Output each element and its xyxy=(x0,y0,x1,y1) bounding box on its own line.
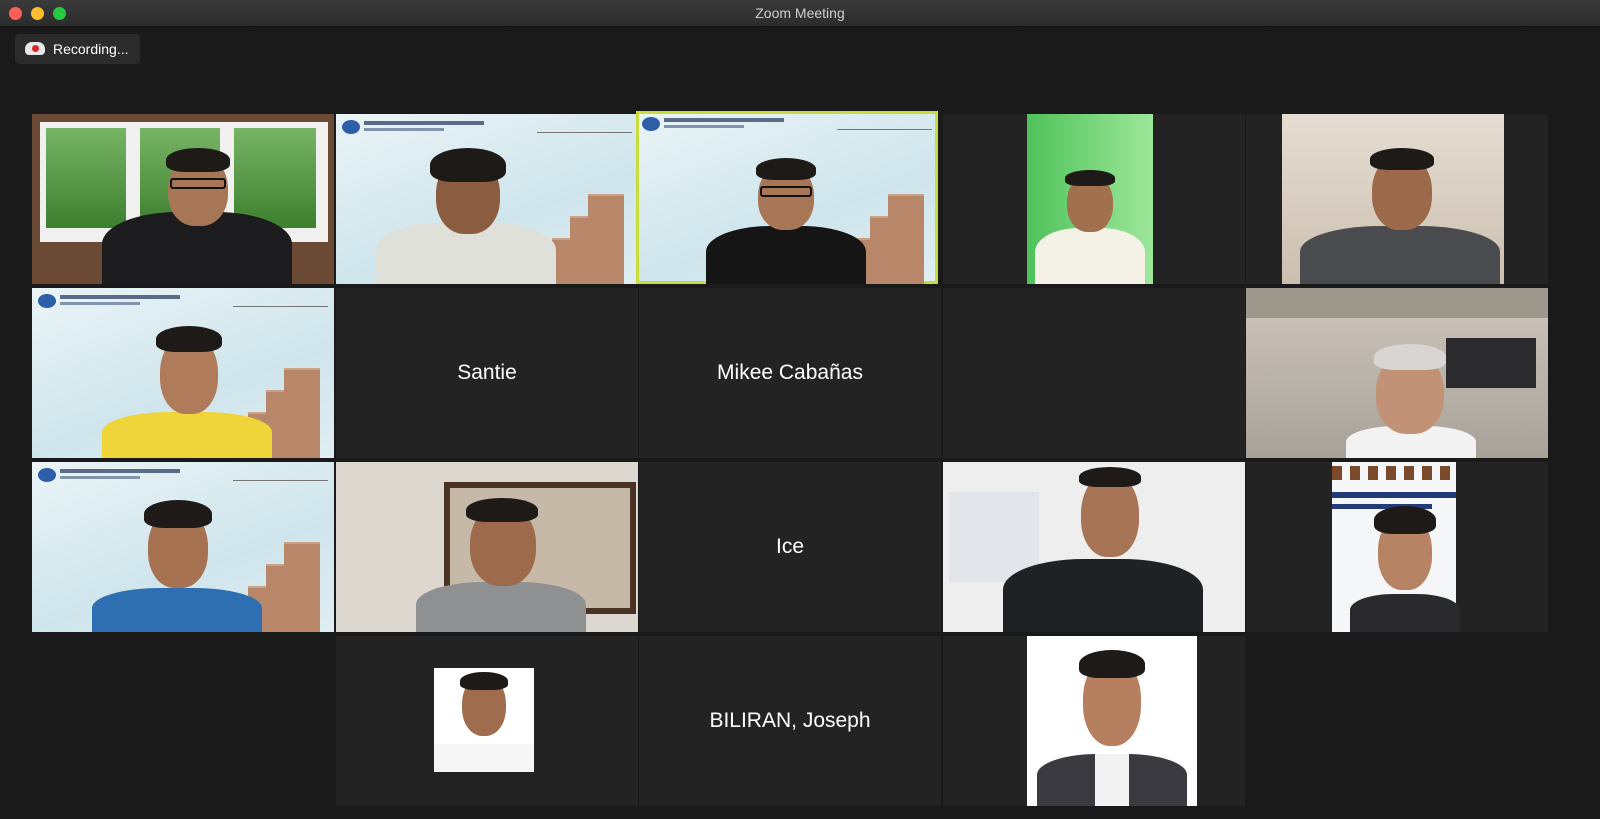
video-tile-2[interactable] xyxy=(336,114,638,284)
video-tile-ice[interactable]: Ice xyxy=(639,462,941,632)
video-tile-15[interactable] xyxy=(1246,462,1548,632)
participant-name: BILIRAN, Joseph xyxy=(709,709,871,732)
participant-name: Santie xyxy=(457,361,517,384)
video-tile-12[interactable] xyxy=(336,462,638,632)
window-title: Zoom Meeting xyxy=(755,5,845,21)
video-tile-14[interactable] xyxy=(943,462,1245,632)
video-tile-mikee[interactable]: Mikee Cabañas xyxy=(639,288,941,458)
participant-video xyxy=(1300,134,1500,284)
participant-name: Ice xyxy=(775,535,804,558)
recording-label: Recording... xyxy=(53,41,129,57)
participant-video xyxy=(1350,482,1460,632)
video-tile-4[interactable] xyxy=(943,114,1245,284)
video-tile-11[interactable] xyxy=(32,462,334,632)
participant-video xyxy=(1336,308,1486,458)
video-tile-6[interactable] xyxy=(32,288,334,458)
profile-photo xyxy=(434,668,534,772)
title-bar: Zoom Meeting xyxy=(0,0,1600,27)
video-tile-10[interactable] xyxy=(1246,288,1548,458)
participant-video xyxy=(366,134,576,284)
participant-name: Mikee Cabañas xyxy=(717,361,863,384)
video-tile-1[interactable] xyxy=(32,114,334,284)
participant-video xyxy=(102,308,272,458)
video-tile-18[interactable] xyxy=(943,636,1245,806)
profile-photo xyxy=(1027,636,1197,806)
video-tile-empty[interactable] xyxy=(943,288,1245,458)
participant-video xyxy=(1003,467,1203,632)
record-cloud-icon xyxy=(25,42,45,55)
video-tile-active-speaker[interactable] xyxy=(636,111,938,284)
recording-indicator[interactable]: Recording... xyxy=(15,34,140,64)
video-tile-5[interactable] xyxy=(1246,114,1548,284)
video-tile-santie[interactable]: Santie xyxy=(336,288,638,458)
video-tile-16[interactable] xyxy=(336,636,638,806)
participant-video xyxy=(92,134,302,284)
video-tile-joseph[interactable]: BILIRAN, Joseph xyxy=(639,636,941,806)
participant-video xyxy=(1035,144,1145,284)
participant-video xyxy=(92,482,262,632)
participant-video xyxy=(706,134,866,284)
participant-video xyxy=(416,482,586,632)
